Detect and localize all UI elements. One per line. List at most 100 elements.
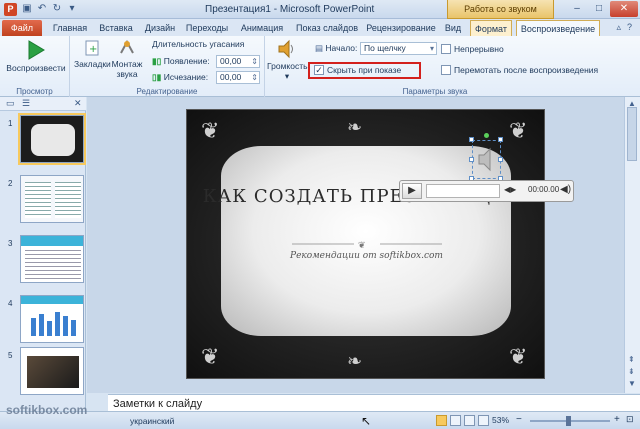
notes-pane[interactable]: Заметки к слайду bbox=[108, 394, 640, 412]
ornament-icon: ❧ bbox=[347, 351, 363, 371]
rewind-label: Перемотать после воспроизведения bbox=[454, 65, 599, 75]
tab-view[interactable]: Вид bbox=[442, 20, 464, 36]
slide-thumbnail[interactable] bbox=[20, 115, 84, 163]
start-icon: ▤ bbox=[315, 43, 324, 53]
slide-thumbnail[interactable] bbox=[20, 235, 84, 283]
slides-tab-icon[interactable]: ▭ bbox=[6, 98, 15, 109]
close-panel-icon[interactable]: ✕ bbox=[74, 98, 82, 109]
slide-subtitle[interactable]: Рекомендации от softikbox.com bbox=[187, 251, 544, 261]
ornament-icon: ❦ bbox=[201, 118, 220, 143]
tab-format[interactable]: Формат bbox=[470, 20, 512, 36]
volume-button[interactable]: Громкость ▾ bbox=[267, 39, 308, 81]
bookmark-icon: + bbox=[85, 40, 99, 56]
slide-number: 3 bbox=[8, 239, 13, 248]
zoom-slider-thumb[interactable] bbox=[566, 416, 571, 426]
tab-insert[interactable]: Вставка bbox=[94, 20, 138, 36]
slide-thumbnail[interactable] bbox=[20, 347, 84, 395]
window-controls: – □ ✕ bbox=[566, 1, 638, 17]
scroll-down-icon: ▼ bbox=[628, 379, 636, 388]
fade-in-input[interactable]: 00,00 bbox=[216, 55, 260, 68]
tab-animation[interactable]: Анимация bbox=[236, 20, 288, 36]
tab-review[interactable]: Рецензирование bbox=[365, 20, 437, 36]
fade-out-label: ▯▮ Исчезание: bbox=[152, 72, 208, 83]
fade-out-icon: ▯▮ bbox=[152, 72, 162, 82]
zoom-level[interactable]: 53% bbox=[492, 415, 509, 425]
ornament-icon: ❦ bbox=[509, 118, 528, 143]
player-rewind-icon[interactable]: ◀▶ bbox=[504, 185, 516, 194]
fade-out-input[interactable]: 00,00 bbox=[216, 71, 260, 84]
normal-view-icon[interactable] bbox=[436, 415, 447, 426]
zoom-in-icon[interactable]: + bbox=[614, 414, 620, 425]
minimize-icon[interactable]: – bbox=[566, 1, 588, 17]
ornament-icon: ❦ bbox=[201, 344, 220, 369]
rotate-handle[interactable] bbox=[484, 133, 489, 138]
title-divider: ❦ bbox=[292, 241, 442, 249]
undo-icon[interactable]: ↶ bbox=[36, 3, 48, 15]
resize-handle[interactable] bbox=[469, 157, 474, 162]
resize-handle[interactable] bbox=[469, 137, 474, 142]
tab-design[interactable]: Дизайн bbox=[140, 20, 180, 36]
thumb-header-band bbox=[21, 236, 83, 246]
tab-playback[interactable]: Воспроизведение bbox=[516, 20, 600, 36]
group-editing-label: Редактирование bbox=[136, 87, 198, 96]
vertical-scrollbar[interactable]: ▲ ⇞ ⇟ ▼ bbox=[624, 97, 640, 393]
close-icon[interactable]: ✕ bbox=[610, 1, 638, 17]
resize-handle[interactable] bbox=[498, 137, 503, 142]
scroll-thumb bbox=[627, 107, 637, 161]
tab-slideshow[interactable]: Показ слайдов bbox=[293, 20, 361, 36]
scroll-up-page-icon: ⇞ bbox=[628, 355, 635, 364]
ornament-icon: ❧ bbox=[347, 117, 363, 137]
slide-number: 1 bbox=[8, 119, 13, 128]
ornament-icon: ❦ bbox=[509, 344, 528, 369]
zoom-out-icon[interactable]: − bbox=[516, 414, 522, 425]
slideshow-view-icon[interactable] bbox=[478, 415, 489, 426]
language-indicator[interactable]: украинский bbox=[130, 416, 174, 426]
start-select[interactable]: По щелчку bbox=[360, 42, 437, 55]
trim-label: Монтаж звука bbox=[111, 59, 143, 79]
loop-label: Непрерывно bbox=[454, 44, 504, 54]
play-button[interactable]: Воспроизвести bbox=[6, 39, 66, 73]
reading-view-icon[interactable] bbox=[464, 415, 475, 426]
play-label: Воспроизвести bbox=[6, 63, 66, 73]
thumb-video-frame bbox=[27, 356, 79, 388]
tab-home[interactable]: Главная bbox=[48, 20, 92, 36]
player-timeline[interactable] bbox=[426, 184, 500, 198]
powerpoint-app-icon[interactable]: P bbox=[4, 3, 17, 16]
help-icon[interactable]: ? bbox=[627, 22, 632, 33]
player-volume-icon[interactable]: ◀) bbox=[560, 184, 571, 195]
volume-dropdown-icon: ▾ bbox=[284, 71, 290, 81]
audio-object[interactable] bbox=[472, 140, 501, 179]
watermark: softikbox.com bbox=[6, 403, 88, 417]
rewind-checkbox[interactable] bbox=[441, 65, 451, 75]
redo-icon[interactable]: ↻ bbox=[51, 3, 63, 15]
tab-file[interactable]: Файл bbox=[2, 20, 42, 36]
resize-handle[interactable] bbox=[498, 157, 503, 162]
slide-number: 4 bbox=[8, 299, 13, 308]
customize-qat-icon[interactable]: ▾ bbox=[66, 3, 78, 15]
status-bar: украинский 53% − + ⊡ bbox=[0, 411, 640, 429]
slide-thumbnail[interactable] bbox=[20, 295, 84, 343]
mouse-cursor-icon: ↖ bbox=[361, 414, 372, 428]
audio-tools-context-label: Работа со звуком bbox=[447, 0, 554, 19]
thumb-plaque bbox=[31, 124, 75, 156]
slide-thumbnail[interactable] bbox=[20, 175, 84, 223]
slides-panel-tabs: ▭ ☰ ✕ bbox=[0, 97, 86, 111]
speaker-icon bbox=[478, 147, 491, 172]
trim-audio-button[interactable]: Монтаж звука bbox=[110, 39, 144, 79]
tab-transitions[interactable]: Переходы bbox=[182, 20, 232, 36]
group-preview-label: Просмотр bbox=[16, 87, 53, 96]
group-editing: + Закладки Монтаж звука Длительность уга… bbox=[70, 36, 265, 97]
fit-to-window-icon[interactable]: ⊡ bbox=[626, 414, 634, 425]
save-icon[interactable]: ▣ bbox=[21, 3, 33, 15]
slide-sorter-icon[interactable] bbox=[450, 415, 461, 426]
minimize-ribbon-icon[interactable]: ▵ bbox=[616, 22, 621, 33]
audio-player: ▶ ◀▶ 00:00.00 ◀) bbox=[399, 180, 574, 202]
maximize-icon[interactable]: □ bbox=[588, 1, 610, 17]
player-play-button[interactable]: ▶ bbox=[402, 183, 422, 199]
outline-tab-icon[interactable]: ☰ bbox=[22, 98, 30, 109]
svg-text:❦: ❦ bbox=[358, 241, 366, 249]
bookmarks-button[interactable]: + Закладки bbox=[74, 39, 111, 69]
view-buttons bbox=[436, 415, 489, 426]
loop-checkbox[interactable] bbox=[441, 44, 451, 54]
scroll-down-page-icon: ⇟ bbox=[628, 367, 635, 376]
